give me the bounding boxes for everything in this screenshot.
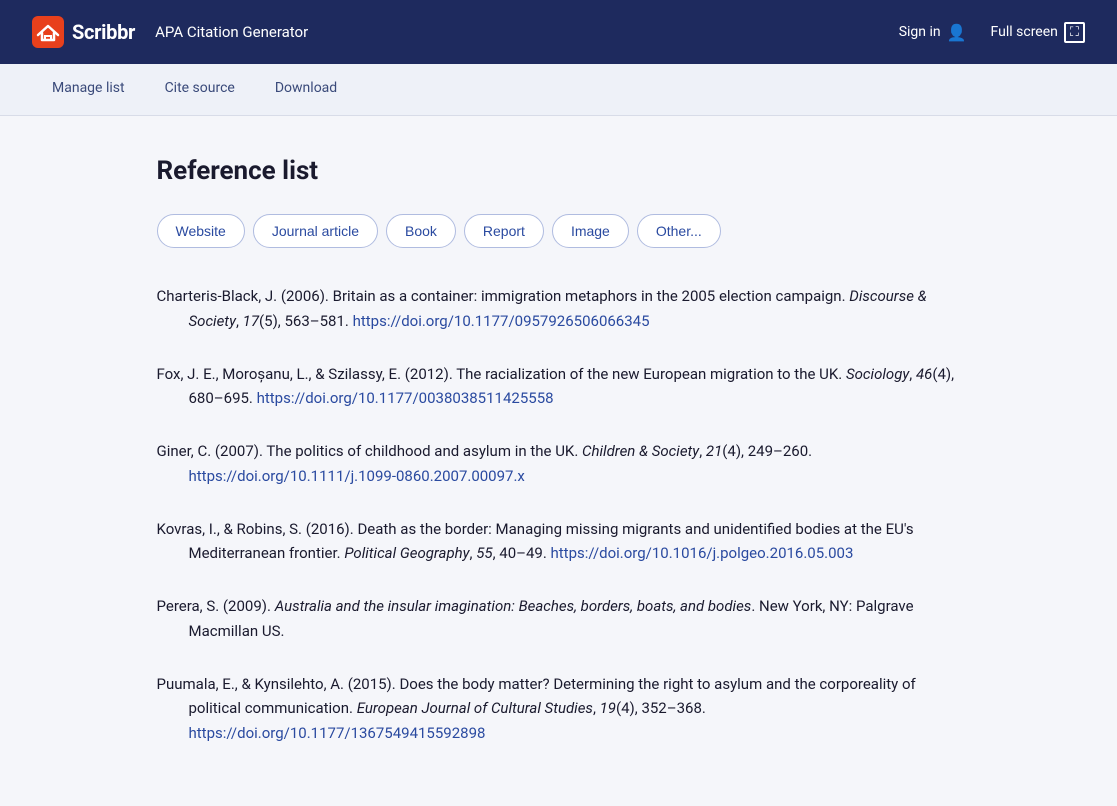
source-btn-journal[interactable]: Journal article — [253, 214, 378, 248]
list-item: Perera, S. (2009). Australia and the ins… — [157, 594, 961, 644]
app-title: APA Citation Generator — [155, 23, 308, 41]
main-content: Reference list Website Journal article B… — [109, 116, 1009, 806]
sign-in-link[interactable]: Sign in 👤 — [899, 23, 967, 42]
tab-bar: Manage list Cite source Download — [0, 64, 1117, 116]
source-btn-book[interactable]: Book — [386, 214, 456, 248]
tab-download[interactable]: Download — [255, 64, 357, 115]
reference-list: Charteris-Black, J. (2006). Britain as a… — [157, 284, 961, 746]
source-types: Website Journal article Book Report Imag… — [157, 214, 961, 248]
person-icon: 👤 — [947, 23, 967, 42]
fullscreen-link[interactable]: Full screen ⛶ — [991, 22, 1085, 43]
list-item: Fox, J. E., Moroșanu, L., & Szilassy, E.… — [157, 362, 961, 412]
navbar: Scribbr APA Citation Generator Sign in 👤… — [0, 0, 1117, 64]
tab-cite-source[interactable]: Cite source — [145, 64, 255, 115]
tab-manage-list[interactable]: Manage list — [32, 64, 145, 115]
page-title: Reference list — [157, 156, 961, 186]
navbar-left: Scribbr APA Citation Generator — [32, 16, 308, 48]
fullscreen-icon: ⛶ — [1064, 22, 1085, 43]
logo-area: Scribbr — [32, 16, 135, 48]
source-btn-report[interactable]: Report — [464, 214, 544, 248]
list-item: Charteris-Black, J. (2006). Britain as a… — [157, 284, 961, 334]
sign-in-label: Sign in — [899, 24, 941, 40]
navbar-right: Sign in 👤 Full screen ⛶ — [899, 22, 1085, 43]
list-item: Kovras, I., & Robins, S. (2016). Death a… — [157, 517, 961, 567]
source-btn-other[interactable]: Other... — [637, 214, 721, 248]
list-item: Puumala, E., & Kynsilehto, A. (2015). Do… — [157, 672, 961, 746]
scribbr-logo-icon — [32, 16, 64, 48]
fullscreen-label: Full screen — [991, 24, 1058, 40]
list-item: Giner, C. (2007). The politics of childh… — [157, 439, 961, 489]
source-btn-image[interactable]: Image — [552, 214, 629, 248]
source-btn-website[interactable]: Website — [157, 214, 245, 248]
logo-text: Scribbr — [72, 20, 135, 44]
